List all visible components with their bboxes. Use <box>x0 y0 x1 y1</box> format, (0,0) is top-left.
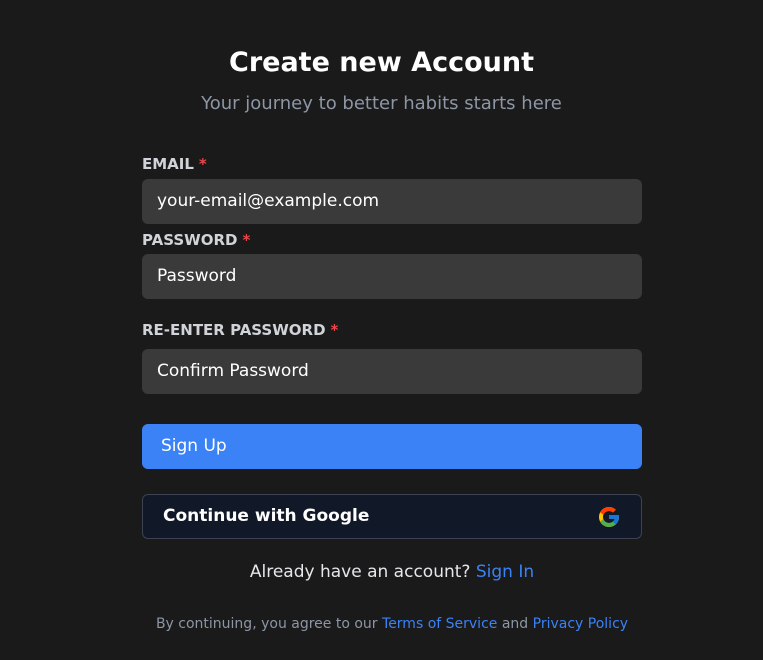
confirm-password-input[interactable] <box>142 349 642 394</box>
google-logo-icon <box>599 507 619 527</box>
page-subtitle: Your journey to better habits starts her… <box>201 93 562 114</box>
terms-prefix: By continuing, you agree to our <box>155 616 378 632</box>
required-asterisk: * <box>330 321 339 339</box>
confirm-password-label-text: RE-ENTER PASSWORD <box>142 321 326 339</box>
terms-of-service-link[interactable]: Terms of Service <box>382 616 497 632</box>
password-label: PASSWORD * <box>142 230 250 250</box>
signup-page: Create new Account Your journey to bette… <box>0 0 763 660</box>
password-label-text: PASSWORD <box>142 231 238 249</box>
privacy-policy-link[interactable]: Privacy Policy <box>533 616 628 632</box>
confirm-password-label: RE-ENTER PASSWORD * <box>142 320 338 340</box>
google-signin-button[interactable]: Continue with Google <box>142 494 642 539</box>
terms-conjunction: and <box>501 616 529 632</box>
signin-row: Already have an account? Sign In <box>142 560 642 584</box>
terms-footer: By continuing, you agree to our Terms of… <box>142 614 642 634</box>
email-label-text: EMAIL <box>142 155 194 173</box>
email-label: EMAIL * <box>142 154 207 174</box>
email-input[interactable] <box>142 179 642 224</box>
required-asterisk: * <box>198 155 207 173</box>
signin-link[interactable]: Sign In <box>476 562 534 582</box>
google-button-label: Continue with Google <box>163 506 370 526</box>
signup-button[interactable]: Sign Up <box>142 424 642 469</box>
password-input[interactable] <box>142 254 642 299</box>
signin-prompt: Already have an account? <box>249 562 471 582</box>
required-asterisk: * <box>242 231 251 249</box>
page-title: Create new Account <box>229 47 534 78</box>
